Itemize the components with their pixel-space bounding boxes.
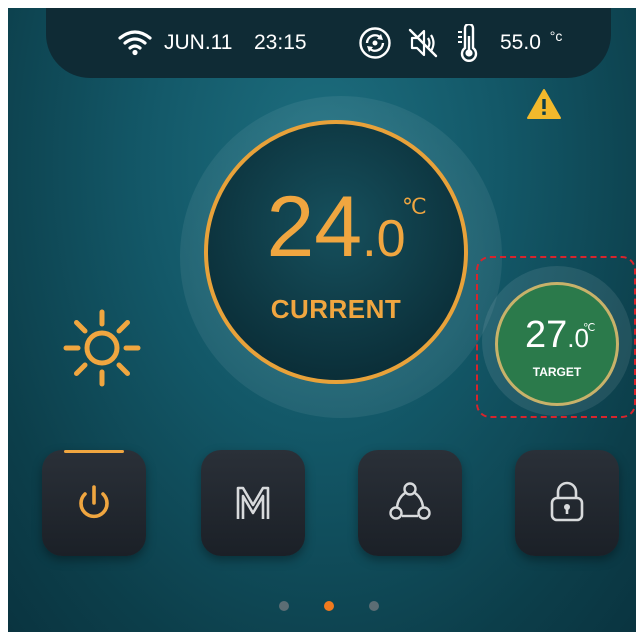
water-temp-unit: °c bbox=[549, 28, 563, 44]
thermometer-icon bbox=[456, 22, 480, 67]
thermostat-screen: JUN.11 23:15 55.0 °c 24.0 ℃ CURRENT 27.0… bbox=[8, 8, 636, 632]
page-dot-1[interactable] bbox=[279, 601, 289, 611]
circulation-icon bbox=[358, 26, 392, 65]
status-bar: JUN.11 23:15 55.0 °c bbox=[46, 8, 611, 78]
lock-button[interactable] bbox=[515, 450, 619, 556]
target-temp-unit: ℃ bbox=[583, 322, 596, 334]
page-dot-2-active[interactable] bbox=[324, 601, 334, 611]
target-temp-value: 27.0 bbox=[498, 315, 616, 355]
target-temp-whole: 27 bbox=[525, 314, 568, 356]
water-temp-number: 55.0 bbox=[500, 31, 541, 54]
target-label: TARGET bbox=[532, 365, 582, 379]
current-temp-decimal: .0 bbox=[362, 210, 406, 268]
date-text: JUN.11 bbox=[164, 31, 233, 54]
current-temp-unit: ℃ bbox=[402, 194, 427, 219]
current-temp-whole: 24 bbox=[266, 179, 363, 275]
page-dot-3[interactable] bbox=[369, 601, 379, 611]
water-temp-value: 55.0 °c bbox=[500, 28, 563, 57]
warning-icon[interactable] bbox=[526, 88, 562, 125]
power-button[interactable] bbox=[42, 450, 146, 556]
mute-icon bbox=[406, 26, 440, 65]
time-text: 23:15 bbox=[254, 31, 307, 54]
current-temp-dial: 24.0 ℃ CURRENT bbox=[204, 120, 468, 384]
wifi-icon bbox=[118, 28, 152, 61]
target-temp-button[interactable]: 27.0 ℃ TARGET bbox=[495, 282, 619, 406]
current-label: CURRENT bbox=[270, 294, 402, 324]
link-button[interactable] bbox=[358, 450, 462, 556]
mode-button[interactable] bbox=[201, 450, 305, 556]
sun-icon bbox=[60, 306, 144, 395]
